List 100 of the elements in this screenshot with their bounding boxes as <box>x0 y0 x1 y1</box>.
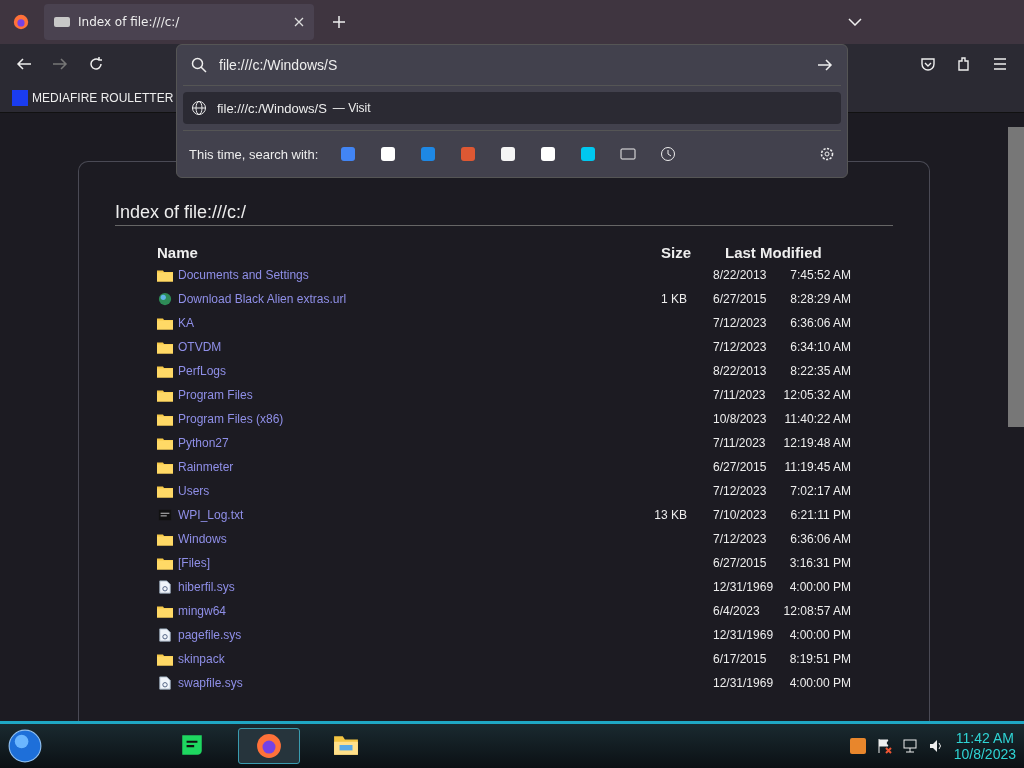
globe-icon <box>157 292 173 306</box>
table-cell-text: 12:19:48 AM <box>782 436 851 450</box>
forward-icon[interactable] <box>52 56 68 72</box>
file-link[interactable]: mingw64 <box>178 604 227 618</box>
start-button[interactable] <box>8 729 42 763</box>
file-link[interactable]: PerfLogs <box>178 364 227 378</box>
table-cell-text: 12:05:32 AM <box>782 388 851 402</box>
folder-icon <box>157 460 173 474</box>
history-icon[interactable] <box>660 146 677 162</box>
file-link[interactable]: swapfile.sys <box>178 676 243 690</box>
table-cell-text: 12/31/1969 <box>712 628 773 642</box>
search-engine-icon[interactable] <box>540 146 557 162</box>
table-cell-text: 8:22:35 AM <box>789 364 851 378</box>
file-link[interactable]: Windows <box>178 532 227 546</box>
browser-logo-icon[interactable] <box>12 13 30 31</box>
table-cell-text: 7/12/2023 <box>712 532 768 546</box>
table-cell-text: 10/8/2023 <box>712 412 768 426</box>
table-cell-text: 3:16:31 PM <box>788 556 851 570</box>
file-link[interactable]: Python27 <box>178 436 229 450</box>
drive-icon <box>54 16 70 28</box>
file-link[interactable]: Users <box>178 484 210 498</box>
table-cell-text: 6:34:10 AM <box>789 340 851 354</box>
file-link[interactable]: [Files] <box>178 556 210 570</box>
table-cell-text: 6/4/2023 <box>712 604 761 618</box>
menu-icon[interactable] <box>992 56 1008 72</box>
folder-icon <box>157 364 173 378</box>
table-cell-text: 8:19:51 PM <box>788 652 851 666</box>
table-cell-text: 12/31/1969 <box>712 580 773 594</box>
close-icon[interactable] <box>294 17 304 27</box>
file-link[interactable]: Program Files <box>178 388 253 402</box>
table-cell-text: 6/27/2015 <box>712 460 768 474</box>
file-link[interactable]: WPI_Log.txt <box>178 508 244 522</box>
folder-icon <box>157 484 173 498</box>
table-cell-text: 7/10/2023 <box>712 508 768 522</box>
reload-icon[interactable] <box>88 56 104 72</box>
table-cell-text: 13 KB <box>653 508 688 522</box>
table-cell-text: 7/12/2023 <box>712 484 768 498</box>
column-header: Name <box>157 244 199 261</box>
table-cell-text: 4:00:00 PM <box>788 580 851 594</box>
file-link[interactable]: KA <box>178 316 194 330</box>
chat-app-icon <box>179 732 205 758</box>
folder-icon <box>157 316 173 330</box>
bookmark-icon <box>12 90 28 106</box>
table-cell-text: 4:00:00 PM <box>788 676 851 690</box>
system-file-icon <box>157 676 173 690</box>
file-link[interactable]: Program Files (x86) <box>178 412 284 426</box>
search-with-label: This time, search with: <box>189 146 319 162</box>
globe-icon <box>191 100 207 116</box>
table-cell-text: 1 KB <box>660 292 688 306</box>
search-engine-icon[interactable] <box>580 146 597 162</box>
table-cell-text: 6:36:06 AM <box>789 532 851 546</box>
folder-icon <box>157 652 173 666</box>
network-icon[interactable] <box>901 738 918 754</box>
file-link[interactable]: Download Black Alien extras.url <box>178 292 347 306</box>
table-cell-text: 8/22/2013 <box>712 268 768 282</box>
table-cell-text: 6/27/2015 <box>712 556 768 570</box>
bookmark-item[interactable]: MEDIAFIRE ROULETTER <box>12 90 174 106</box>
file-link[interactable]: hiberfil.sys <box>178 580 235 594</box>
back-icon[interactable] <box>16 56 32 72</box>
system-file-icon <box>157 628 173 642</box>
folder-icon <box>157 604 173 618</box>
search-engine-icon[interactable] <box>380 146 397 162</box>
table-cell-text: 6/27/2015 <box>712 292 768 306</box>
folder-icon <box>157 388 173 402</box>
folder-icon <box>157 268 173 282</box>
speaker-icon[interactable] <box>927 738 944 754</box>
browser-tab[interactable]: Index of file:///c:/ <box>44 4 314 40</box>
scrollbar[interactable] <box>1008 127 1024 427</box>
table-cell-text: 11:40:22 AM <box>783 412 851 426</box>
file-link[interactable]: skinpack <box>178 652 225 666</box>
column-header: Size <box>660 244 691 261</box>
table-cell-text: 6/17/2015 <box>712 652 768 666</box>
folder-icon <box>157 556 173 570</box>
table-cell-text: 8:28:29 AM <box>789 292 851 306</box>
table-cell-text: 7:02:17 AM <box>789 484 851 498</box>
file-link[interactable]: Rainmeter <box>178 460 234 474</box>
file-link[interactable]: OTVDM <box>178 340 222 354</box>
table-cell-text: 12/31/1969 <box>712 676 773 690</box>
text-file-icon <box>157 508 173 522</box>
suggestion-item[interactable]: file:///c:/Windows/S — Visit <box>183 92 841 124</box>
folder-icon <box>157 412 173 426</box>
clock[interactable]: 11:42 AM 10/8/2023 <box>953 730 1016 762</box>
tab-icon[interactable] <box>620 146 637 162</box>
new-tab-icon[interactable] <box>332 15 346 29</box>
flag-icon[interactable] <box>875 738 892 754</box>
settings-icon[interactable] <box>819 146 835 162</box>
go-arrow-icon[interactable] <box>817 57 833 73</box>
table-cell-text: 8/22/2013 <box>712 364 768 378</box>
browser-icon <box>256 733 282 759</box>
file-link[interactable]: Documents and Settings <box>178 268 309 282</box>
folder-icon <box>157 532 173 546</box>
search-engine-icon[interactable] <box>500 146 517 162</box>
file-link[interactable]: pagefile.sys <box>178 628 242 642</box>
chevron-down-icon[interactable] <box>848 18 862 26</box>
folder-icon <box>157 340 173 354</box>
table-cell-text: 7/11/2023 <box>712 436 767 450</box>
page-title: Index of file:///c:/ <box>115 202 893 226</box>
table-cell-text: 12:08:57 AM <box>782 604 851 618</box>
pocket-icon[interactable] <box>920 56 936 72</box>
table-cell-text: 6:36:06 AM <box>789 316 851 330</box>
